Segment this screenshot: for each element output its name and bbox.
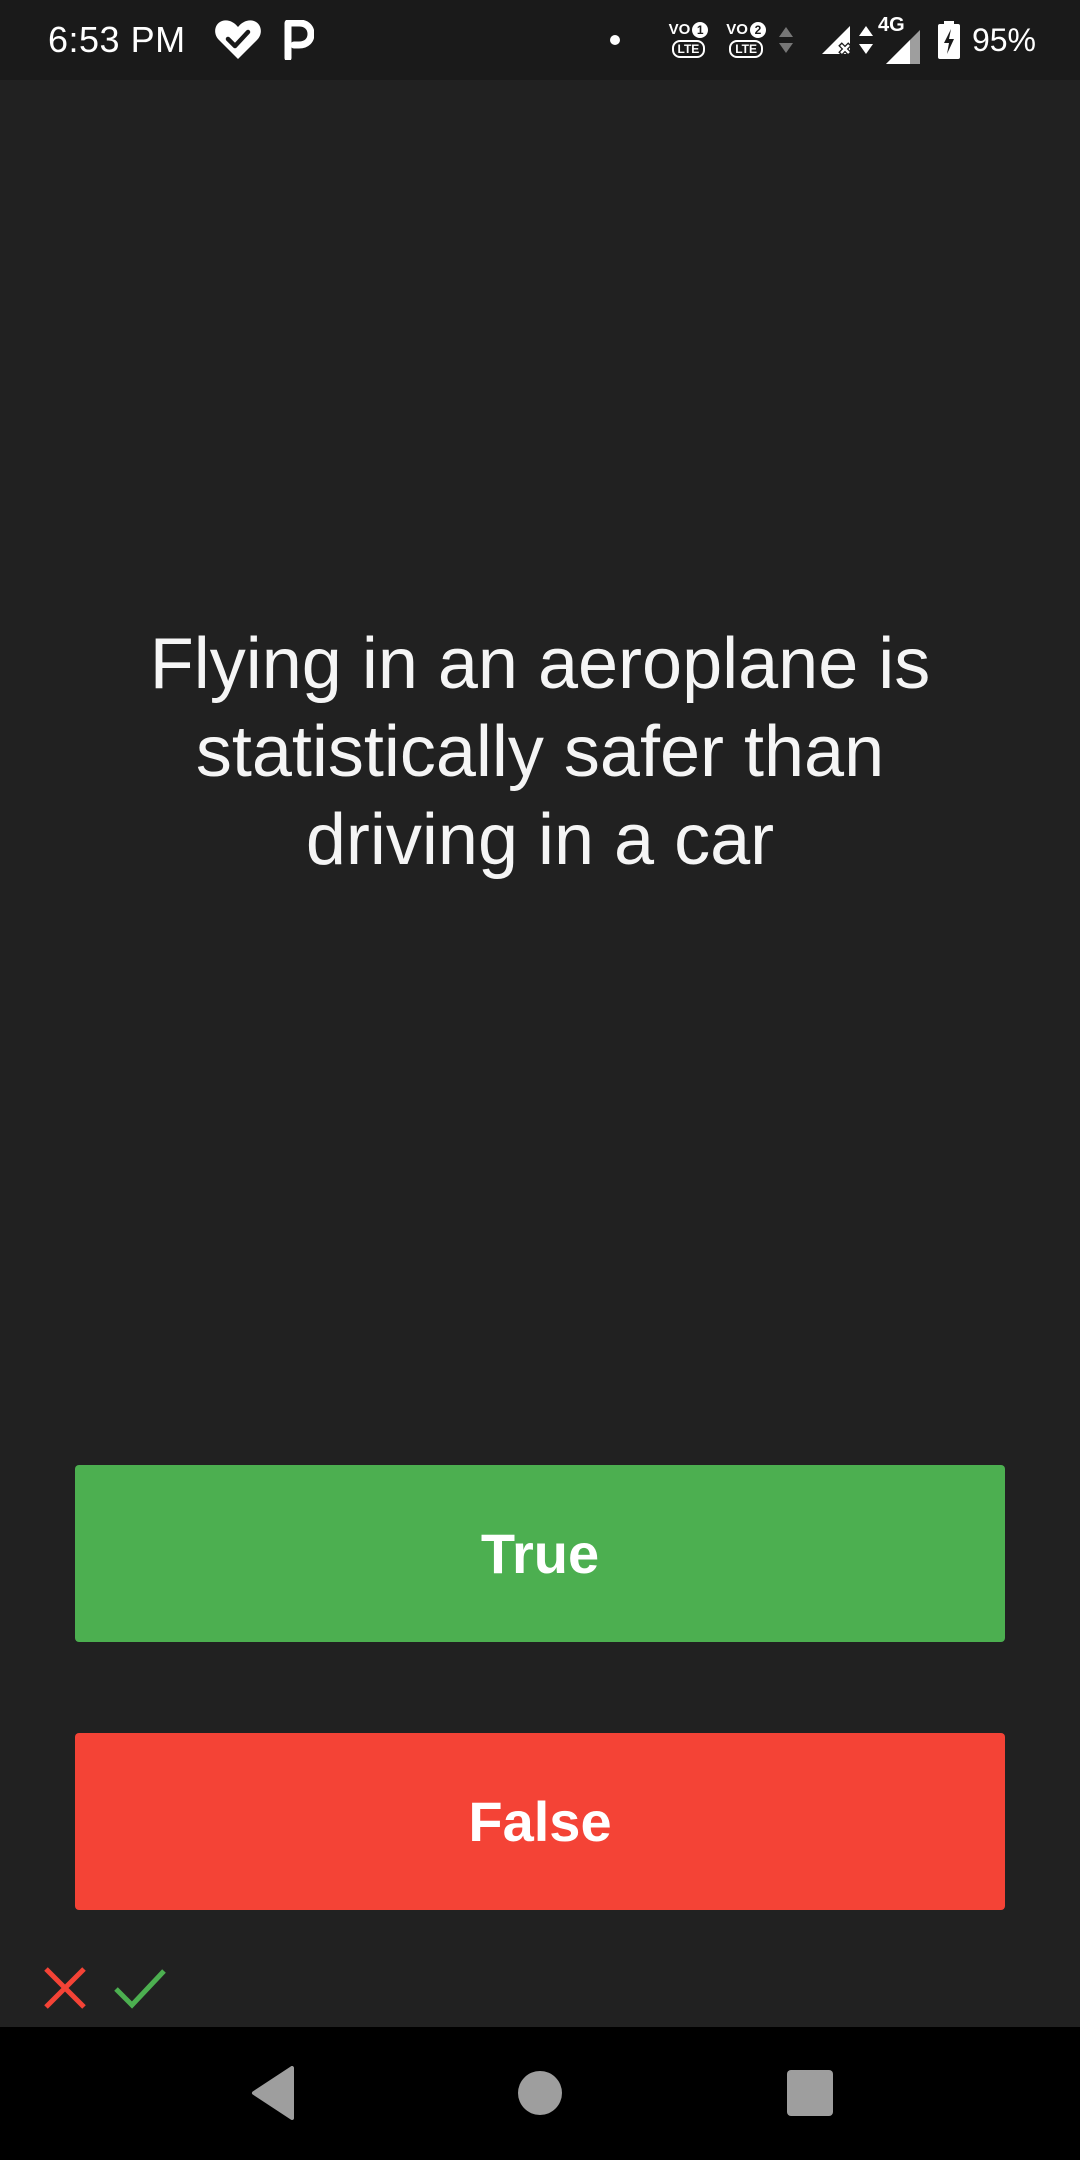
volte-2-icon: VO 2 LTE [726, 22, 766, 58]
false-button[interactable]: False [75, 1733, 1005, 1910]
data-arrows-icon [778, 25, 794, 55]
navigation-bar [0, 2027, 1080, 2160]
score-indicator [40, 1963, 190, 2013]
parking-icon [282, 20, 314, 60]
battery-percent: 95% [971, 21, 1036, 58]
correct-check-icon [112, 1965, 168, 2011]
battery-charging-icon [937, 21, 960, 59]
home-icon[interactable] [508, 2061, 572, 2125]
4g-signal-icon: 4G [878, 14, 926, 66]
back-icon[interactable] [240, 2061, 304, 2125]
dot-icon [609, 34, 621, 46]
true-button[interactable]: True [75, 1465, 1005, 1642]
wrong-x-icon [40, 1963, 90, 2013]
status-bar: 6:53 PM VO 1 LTE VO 2 LTE 4G 95% [0, 0, 1080, 80]
recents-icon[interactable] [778, 2061, 842, 2125]
question-text: Flying in an aeroplane is statistically … [149, 624, 931, 880]
data-arrows-icon [858, 24, 874, 56]
heart-check-icon [214, 19, 262, 61]
signal-no-service-icon [820, 24, 856, 56]
volte-1-icon: VO 1 LTE [669, 22, 709, 58]
status-time: 6:53 PM [48, 19, 186, 60]
